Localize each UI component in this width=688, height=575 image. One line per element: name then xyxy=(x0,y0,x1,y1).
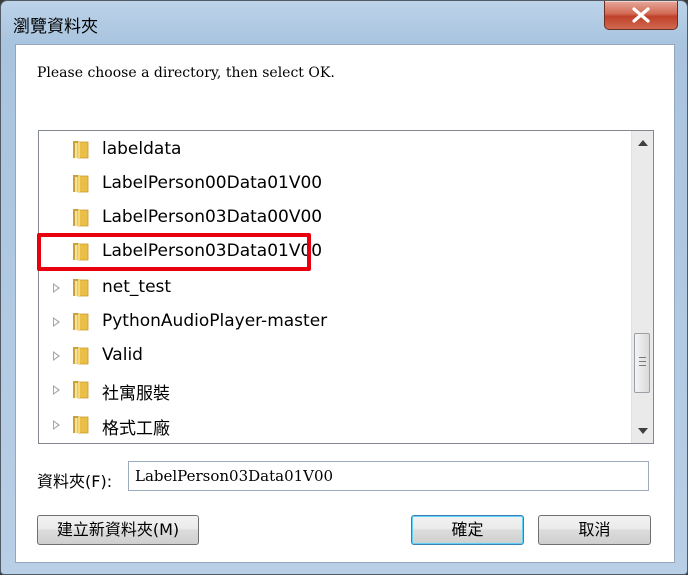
tree-item-label: 社寓服裝 xyxy=(102,384,170,404)
tree-item-label: net_test xyxy=(102,277,172,297)
tree-item-label: LabelPerson00Data01V00 xyxy=(102,173,323,193)
dialog-content: Please choose a directory, then select O… xyxy=(15,44,675,563)
folder-name-input[interactable]: LabelPerson03Data01V00 xyxy=(128,461,649,491)
tree-item-label: labeldata xyxy=(102,139,182,159)
folder-icon xyxy=(73,347,89,365)
close-button[interactable] xyxy=(604,1,678,30)
scroll-down-arrow-icon[interactable] xyxy=(638,428,648,434)
tree-item[interactable]: LabelPerson00Data01V00 xyxy=(39,168,624,198)
folder-tree[interactable]: labeldata LabelPerson00Data01V00 LabelPers… xyxy=(38,130,654,444)
tree-item[interactable]: Valid xyxy=(39,340,624,370)
expand-arrow-icon[interactable] xyxy=(53,385,60,395)
tree-item[interactable]: 格式工廠 xyxy=(39,409,624,439)
tree-item[interactable]: 社寓服裝 xyxy=(39,374,624,404)
scroll-up-arrow-icon[interactable] xyxy=(638,140,648,146)
folder-icon xyxy=(73,175,89,193)
tree-item[interactable]: labeldata xyxy=(39,134,624,164)
tree-item-label: LabelPerson03Data00V00 xyxy=(102,207,323,227)
tree-item[interactable]: PythonAudioPlayer-master xyxy=(39,306,624,336)
expand-arrow-icon[interactable] xyxy=(53,317,60,327)
folder-icon xyxy=(73,416,89,434)
expand-arrow-icon[interactable] xyxy=(53,420,60,430)
tree-item[interactable]: LabelPerson03Data00V00 xyxy=(39,202,624,232)
folder-icon xyxy=(73,141,89,159)
selection-highlight-box xyxy=(37,233,311,271)
scroll-thumb[interactable] xyxy=(634,333,650,393)
instruction-text: Please choose a directory, then select O… xyxy=(37,65,335,81)
folder-icon xyxy=(73,313,89,331)
tree-item[interactable]: net_test xyxy=(39,272,624,302)
browse-folder-dialog: 瀏覽資料夾 Please choose a directory, then se… xyxy=(0,0,688,575)
close-icon xyxy=(632,7,650,23)
vertical-scrollbar[interactable] xyxy=(631,131,653,443)
tree-item-label: 格式工廠 xyxy=(102,419,170,439)
expand-arrow-icon[interactable] xyxy=(53,351,60,361)
folder-icon xyxy=(73,279,89,297)
tree-item-label: PythonAudioPlayer-master xyxy=(102,311,328,331)
cancel-button[interactable]: 取消 xyxy=(538,515,651,545)
window-title: 瀏覽資料夾 xyxy=(13,17,98,37)
folder-icon xyxy=(73,209,89,227)
expand-arrow-icon[interactable] xyxy=(53,283,60,293)
tree-item-label: Valid xyxy=(102,345,143,365)
folder-field-label: 資料夾(F): xyxy=(37,472,113,491)
new-folder-button[interactable]: 建立新資料夾(M) xyxy=(37,515,199,545)
folder-icon xyxy=(73,381,89,399)
ok-button[interactable]: 確定 xyxy=(411,515,524,545)
